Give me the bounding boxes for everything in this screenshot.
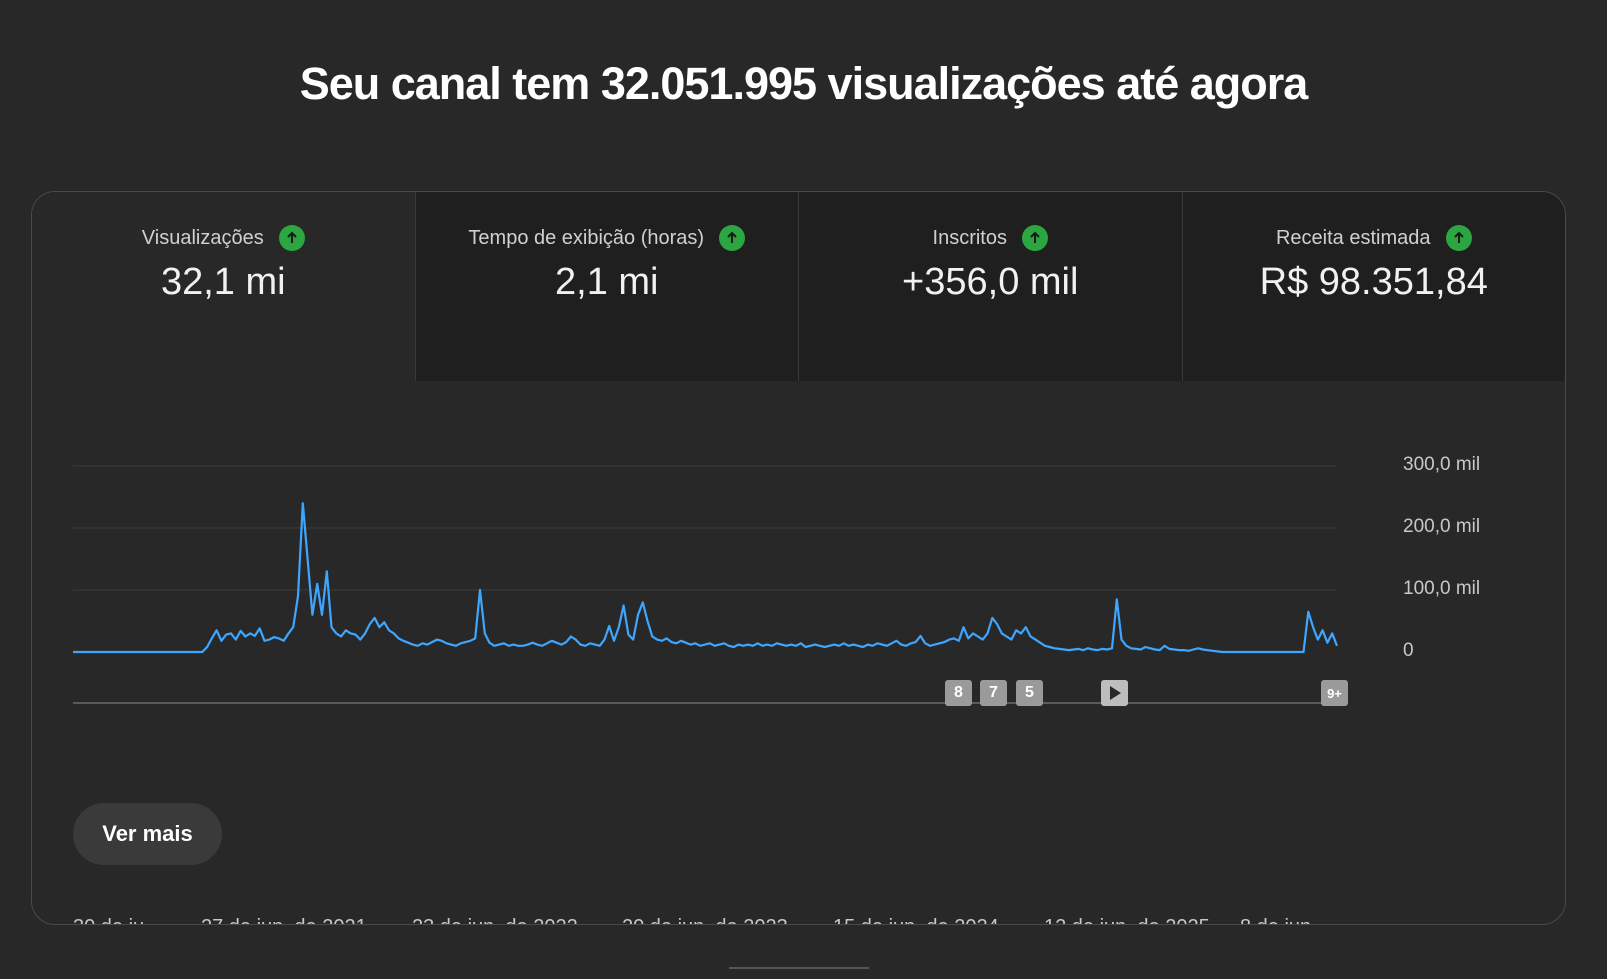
arrow-up-icon — [1445, 225, 1472, 251]
page-title: Seu canal tem 32.051.995 visualizações a… — [299, 58, 1309, 109]
arrow-up-icon — [1021, 225, 1048, 251]
series-line[interactable] — [73, 502, 1339, 654]
tab-watch-time[interactable]: Tempo de exibição (horas) 2,1 mi — [414, 192, 798, 381]
x-tick-label: 23 de jun. de 2022 — [412, 916, 578, 924]
y-tick-label: 300,0 mil — [1403, 454, 1481, 475]
tab-value: 32,1 mi — [160, 261, 286, 303]
video-marker[interactable]: 7 — [980, 680, 1007, 706]
tab-value: R$ 98.351,84 — [1259, 261, 1488, 303]
x-tick-label: 15 de jun. de 2024 — [833, 916, 999, 924]
tab-revenue[interactable]: Receita estimada R$ 98.351,84 — [1181, 192, 1565, 381]
chart-canvas — [73, 465, 1339, 704]
tab-value: +356,0 mil — [902, 261, 1079, 303]
views-chart: 300,0 mil 200,0 mil 100,0 mil 0 30 de ju...… — [32, 381, 1565, 924]
tab-views[interactable]: Visualizações 32,1 mi — [32, 192, 415, 381]
video-marker[interactable]: 9+ — [1321, 680, 1348, 706]
scroll-indicator — [729, 967, 869, 969]
x-tick-label: 20 de jun. de 2023 — [622, 916, 788, 924]
video-marker[interactable]: 8 — [945, 680, 972, 706]
x-tick-label: 12 de jun. de 2025 — [1044, 916, 1210, 924]
play-icon[interactable] — [1101, 680, 1128, 706]
y-tick-label: 200,0 mil — [1403, 516, 1481, 537]
tab-subscribers[interactable]: Inscritos +356,0 mil — [798, 192, 1182, 381]
metric-tabs: Visualizações 32,1 mi Tempo de exibição … — [32, 192, 1565, 381]
arrow-up-icon — [278, 225, 305, 251]
x-tick-label: 27 de jun. de 2021 — [201, 916, 367, 924]
tab-label: Visualizações — [141, 226, 264, 249]
tab-label: Receita estimada — [1275, 226, 1431, 249]
x-tick-label: 8 de jun. ... — [1240, 916, 1339, 924]
y-tick-label: 0 — [1403, 640, 1414, 661]
video-marker[interactable]: 5 — [1016, 680, 1043, 706]
analytics-card: Visualizações 32,1 mi Tempo de exibição … — [31, 191, 1566, 925]
x-tick-label: 30 de ju... — [73, 916, 161, 924]
arrow-up-icon — [719, 225, 746, 251]
see-more-button[interactable]: Ver mais — [73, 803, 222, 865]
tab-label: Inscritos — [932, 226, 1007, 249]
tab-value: 2,1 mi — [555, 261, 659, 303]
tab-label: Tempo de exibição (horas) — [468, 226, 705, 249]
y-tick-label: 100,0 mil — [1403, 578, 1481, 599]
